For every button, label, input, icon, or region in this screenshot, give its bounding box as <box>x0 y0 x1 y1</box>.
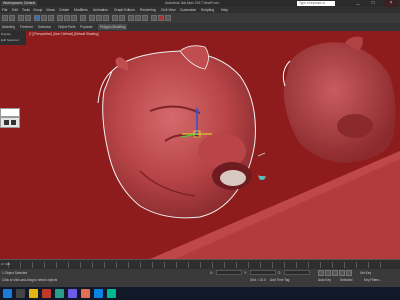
workspace-selector[interactable]: Workspaces: Default <box>1 1 38 6</box>
undo-icon[interactable] <box>2 15 8 21</box>
go-to-end-icon[interactable] <box>346 270 352 276</box>
render-setup-icon[interactable] <box>151 15 157 21</box>
grid-readout: Grid = 10.0 <box>250 278 266 282</box>
window-title: Autodesk 3ds Max 2017 NewFrom. <box>165 1 220 5</box>
mirror-icon[interactable] <box>112 15 118 21</box>
select-by-name-icon[interactable] <box>41 15 47 21</box>
display-label[interactable]: Display <box>1 32 11 36</box>
play-icon[interactable] <box>332 270 338 276</box>
redo-icon[interactable] <box>9 15 15 21</box>
timeline-ticks <box>8 262 392 268</box>
angle-snap-icon[interactable] <box>96 15 102 21</box>
add-time-tag[interactable]: Add Time Tag <box>270 278 289 282</box>
title-bar: Workspaces: Default Autodesk 3ds Max 201… <box>0 0 400 10</box>
reference-coord-icon[interactable] <box>80 15 86 21</box>
set-key-button[interactable]: Set Key <box>360 271 371 275</box>
floating-panel-tools[interactable] <box>0 117 20 128</box>
link-icon[interactable] <box>18 15 24 21</box>
tool-icon[interactable] <box>11 120 16 125</box>
selection-status: 1 Object Selected <box>2 271 28 275</box>
minimize-button[interactable]: _ <box>351 0 365 7</box>
helper-marker <box>259 176 265 180</box>
x-label: X: <box>210 271 214 275</box>
layer-explorer-icon[interactable] <box>128 15 134 21</box>
close-button[interactable]: × <box>384 0 398 7</box>
os-taskbar <box>0 287 400 300</box>
search-input[interactable]: Type a keyword or phrase <box>297 1 335 10</box>
search-icon[interactable] <box>16 289 25 298</box>
app-icon[interactable] <box>81 289 90 298</box>
z-coordinate-field[interactable] <box>284 270 310 275</box>
3ds-max-icon[interactable] <box>107 289 116 298</box>
material-editor-icon[interactable] <box>142 15 148 21</box>
y-coordinate-field[interactable] <box>250 270 276 275</box>
previous-frame-icon[interactable] <box>325 270 331 276</box>
app-icon[interactable] <box>55 289 64 298</box>
key-filters-button[interactable]: Key Filters... <box>364 278 382 282</box>
snap-toggle-icon[interactable] <box>89 15 95 21</box>
tab-modeling[interactable]: Modeling <box>2 24 15 30</box>
floating-panel-header[interactable] <box>0 108 20 117</box>
app-icon[interactable] <box>68 289 77 298</box>
x-coordinate-field[interactable] <box>216 270 242 275</box>
start-icon[interactable] <box>3 289 12 298</box>
tab-object-paint[interactable]: Object Paint <box>58 24 75 30</box>
render-frame-icon[interactable] <box>158 15 164 21</box>
scale-icon[interactable] <box>71 15 77 21</box>
tab-populate[interactable]: Populate <box>80 24 93 30</box>
rotate-icon[interactable] <box>64 15 70 21</box>
selection-region-icon[interactable] <box>48 15 54 21</box>
go-to-start-icon[interactable] <box>318 270 324 276</box>
align-icon[interactable] <box>119 15 125 21</box>
maximize-button[interactable]: □ <box>366 0 380 7</box>
file-explorer-icon[interactable] <box>29 289 38 298</box>
tab-freeform[interactable]: Freeform <box>20 24 33 30</box>
percent-snap-icon[interactable] <box>103 15 109 21</box>
ribbon: Modeling Freeform Selection Object Paint… <box>0 23 400 31</box>
prompt-line: Click or click-and-drag to select object… <box>2 278 58 282</box>
viewport-label[interactable]: [+] [Perspective] [User Defined] [Defaul… <box>29 32 99 36</box>
edit-selected-label[interactable]: Edit Selected <box>1 38 19 42</box>
scene-explorer-strip: Display Edit Selected <box>0 31 26 45</box>
app-icon[interactable] <box>94 289 103 298</box>
next-frame-icon[interactable] <box>339 270 345 276</box>
status-bar: 1 Object Selected Click or click-and-dra… <box>0 269 400 287</box>
viewport-scene <box>97 36 400 259</box>
render-icon[interactable] <box>165 15 171 21</box>
tab-selection[interactable]: Selection <box>38 24 51 30</box>
curve-editor-icon[interactable] <box>135 15 141 21</box>
select-object-icon[interactable] <box>34 15 40 21</box>
app-icon[interactable] <box>42 289 51 298</box>
tool-icon[interactable] <box>4 120 9 125</box>
ribbon-active-panel[interactable]: Polygon Modeling <box>98 24 128 30</box>
unlink-icon[interactable] <box>25 15 31 21</box>
bulldog-head-copy <box>282 36 396 163</box>
frame-counter[interactable]: 0 / 100 <box>1 262 10 266</box>
auto-key-button[interactable]: Auto Key <box>318 278 331 282</box>
bulldog-head <box>97 45 267 219</box>
selected-dropdown[interactable]: Selected <box>340 278 352 282</box>
perspective-viewport[interactable]: [+] [Perspective] [User Defined] [Defaul… <box>0 31 400 259</box>
move-icon[interactable] <box>57 15 63 21</box>
z-label: Z: <box>278 271 281 275</box>
y-label: Y: <box>244 271 247 275</box>
